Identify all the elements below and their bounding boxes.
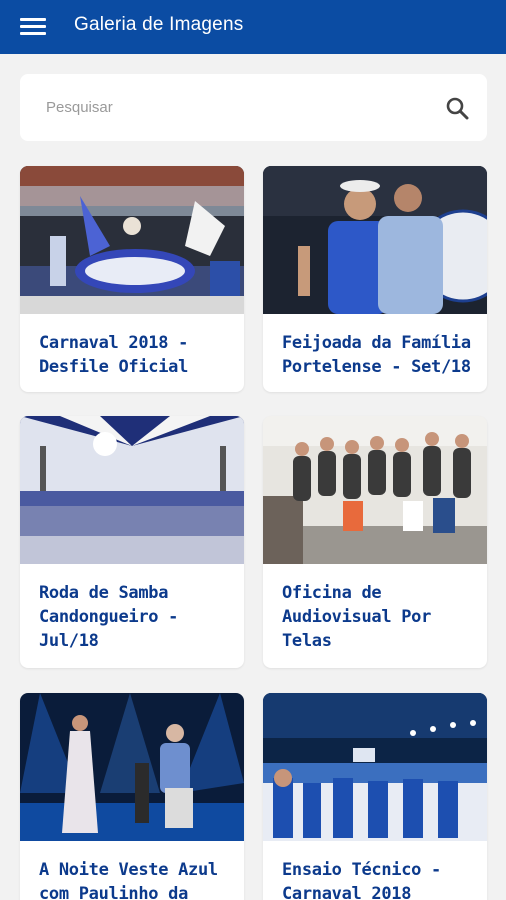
search-input[interactable] — [46, 74, 426, 141]
gallery-card[interactable]: A Noite Veste Azul com Paulinho da — [20, 693, 244, 900]
card-title: Feijoada da Família Portelense - Set/18 — [282, 333, 471, 377]
card-title: Oficina de Audiovisual Por Telas — [282, 583, 432, 651]
gallery-card[interactable]: Roda de Samba Candongueiro - Jul/18 — [20, 416, 244, 668]
card-title: Carnaval 2018 - Desfile Oficial — [39, 333, 189, 377]
card-title: Ensaio Técnico - Carnaval 2018 — [282, 860, 441, 900]
card-image — [263, 416, 487, 564]
gallery-card[interactable]: Oficina de Audiovisual Por Telas — [263, 416, 487, 668]
card-title: A Noite Veste Azul com Paulinho da — [39, 860, 218, 900]
search-bar — [20, 74, 487, 141]
gallery-card[interactable]: Ensaio Técnico - Carnaval 2018 — [263, 693, 487, 900]
gallery-card[interactable]: Feijoada da Família Portelense - Set/18 — [263, 166, 487, 392]
card-image — [263, 693, 487, 841]
app-bar: Galeria de Imagens — [0, 0, 506, 54]
card-image — [263, 166, 487, 314]
card-image — [20, 416, 244, 564]
card-title: Roda de Samba Candongueiro - Jul/18 — [39, 583, 179, 651]
search-icon[interactable] — [445, 96, 469, 120]
card-image — [20, 166, 244, 314]
menu-icon[interactable] — [18, 15, 50, 39]
page-title: Galeria de Imagens — [74, 14, 244, 35]
card-image — [20, 693, 244, 841]
gallery-card[interactable]: Carnaval 2018 - Desfile Oficial — [20, 166, 244, 392]
